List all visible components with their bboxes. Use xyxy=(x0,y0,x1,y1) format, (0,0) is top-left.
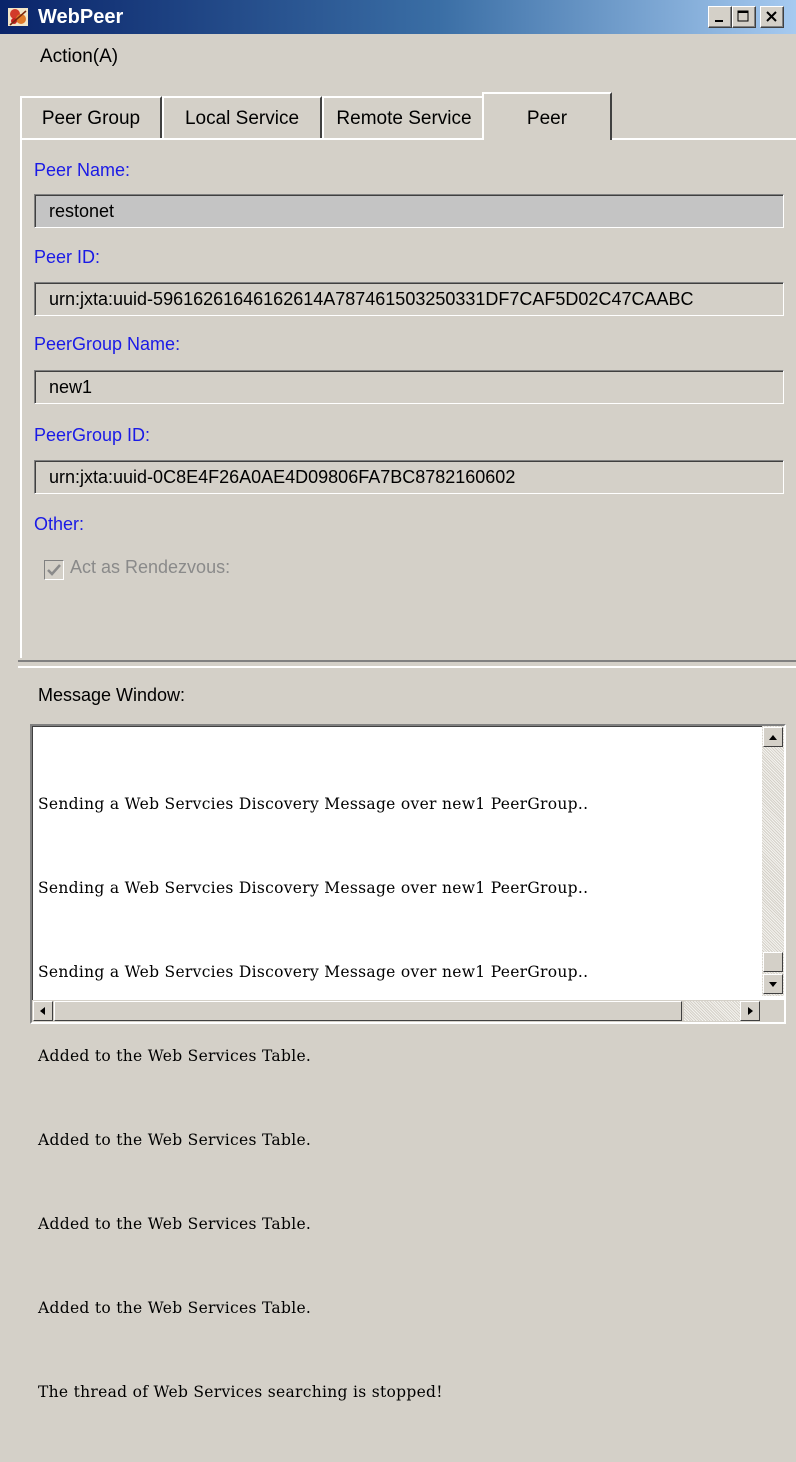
split-divider[interactable] xyxy=(18,660,796,668)
peer-id-field[interactable]: urn:jxta:uuid-59616261646162614A78746150… xyxy=(34,282,784,316)
scroll-left-button[interactable] xyxy=(33,1001,53,1021)
webpeer-window: WebPeer Action(A) Peer Group Local Servi… xyxy=(0,0,796,1401)
arrow-left-icon xyxy=(40,1007,45,1015)
menu-action[interactable]: Action(A) xyxy=(40,46,118,68)
menu-bar: Action(A) xyxy=(0,34,796,84)
peer-name-label: Peer Name: xyxy=(34,160,131,180)
app-icon xyxy=(8,8,28,26)
minimize-icon xyxy=(715,20,723,22)
tab-peer-group[interactable]: Peer Group xyxy=(20,96,162,138)
tab-local-service[interactable]: Local Service xyxy=(162,96,322,138)
message-line: The thread of Web Services searching is … xyxy=(38,1383,443,1401)
vertical-scrollbar[interactable] xyxy=(762,726,784,996)
message-line: Added to the Web Services Table. xyxy=(38,1047,312,1065)
arrow-down-icon xyxy=(769,982,777,987)
tab-peer[interactable]: Peer xyxy=(482,92,612,140)
horizontal-scroll-thumb[interactable] xyxy=(54,1001,682,1021)
peergroup-name-field[interactable]: new1 xyxy=(34,370,784,404)
horizontal-scrollbar[interactable] xyxy=(32,1000,762,1022)
message-lines: Sending a Web Servcies Discovery Message… xyxy=(38,734,758,1462)
message-textarea[interactable]: Sending a Web Servcies Discovery Message… xyxy=(30,724,786,1401)
scroll-right-button[interactable] xyxy=(740,1001,760,1021)
arrow-right-icon xyxy=(748,1007,753,1015)
tab-remote-service[interactable]: Remote Service xyxy=(322,96,486,138)
maximize-icon xyxy=(737,10,749,22)
window-title: WebPeer xyxy=(38,6,124,28)
scroll-down-button[interactable] xyxy=(763,974,783,994)
horizontal-scroll-track[interactable] xyxy=(684,1001,740,1021)
message-window-label: Message Window: xyxy=(38,685,186,705)
other-label: Other: xyxy=(34,514,85,534)
peer-id-label: Peer ID: xyxy=(34,247,101,267)
message-line: Sending a Web Servcies Discovery Message… xyxy=(38,795,589,813)
peer-name-field[interactable]: restonet xyxy=(34,194,784,228)
peergroup-id-field[interactable]: urn:jxta:uuid-0C8E4F26A0AE4D09806FA7BC87… xyxy=(34,460,784,494)
close-icon xyxy=(766,11,777,22)
title-bar[interactable]: WebPeer xyxy=(0,0,796,34)
peergroup-name-label: PeerGroup Name: xyxy=(34,334,181,354)
message-line: Added to the Web Services Table. xyxy=(38,1131,312,1149)
rendezvous-label: Act as Rendezvous: xyxy=(70,557,231,577)
scroll-up-button[interactable] xyxy=(763,727,783,747)
close-button[interactable] xyxy=(760,6,784,28)
arrow-up-icon xyxy=(769,735,777,740)
scroll-corner xyxy=(762,1000,784,1022)
message-line: Sending a Web Servcies Discovery Message… xyxy=(38,879,589,897)
vertical-scroll-thumb[interactable] xyxy=(763,952,783,972)
rendezvous-checkbox[interactable] xyxy=(44,560,64,580)
message-line: Added to the Web Services Table. xyxy=(38,1215,312,1233)
checkmark-icon xyxy=(47,564,61,576)
message-line: Sending a Web Servcies Discovery Message… xyxy=(38,963,589,981)
peergroup-id-label: PeerGroup ID: xyxy=(34,425,151,445)
message-line: Added to the Web Services Table. xyxy=(38,1299,312,1317)
minimize-button[interactable] xyxy=(708,6,732,28)
maximize-button[interactable] xyxy=(732,6,756,28)
